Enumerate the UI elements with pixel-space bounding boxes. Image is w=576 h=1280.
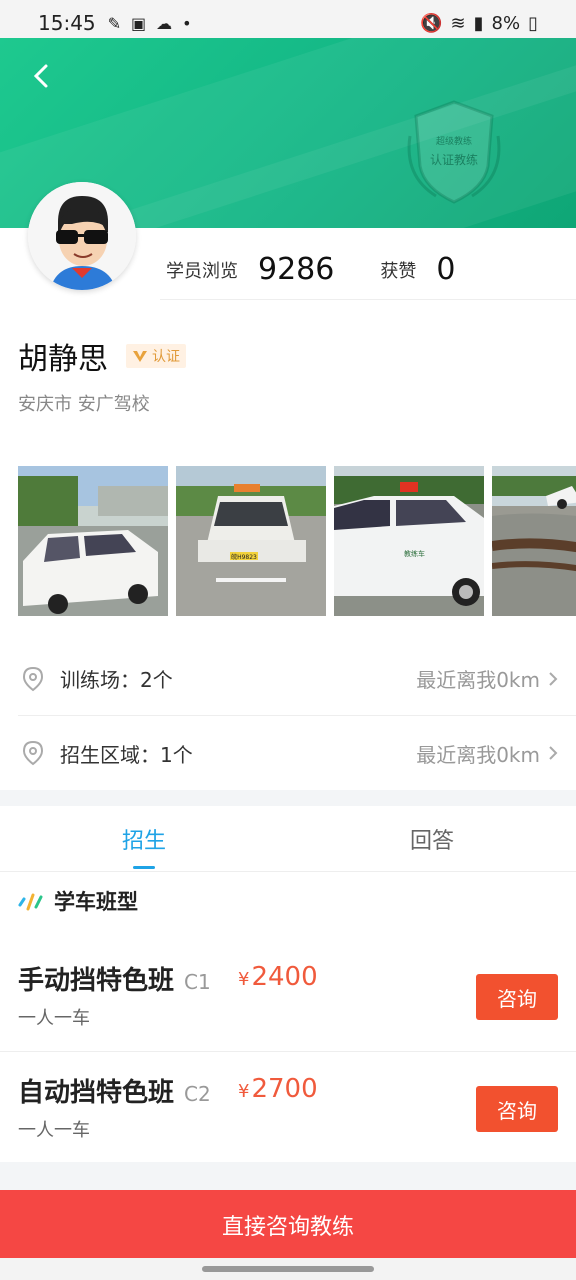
enroll-area-distance-wrap: 最近离我0km <box>416 739 558 768</box>
contact-coach-button[interactable]: 直接咨询教练 <box>0 1190 576 1260</box>
vip-v-icon <box>133 351 147 362</box>
training-ground-distance-wrap: 最近离我0km <box>416 664 558 693</box>
chevron-right-icon <box>549 671 558 686</box>
home-indicator[interactable] <box>202 1266 374 1272</box>
course-license-code: C2 <box>184 1082 211 1106</box>
dot-icon: • <box>182 13 192 33</box>
colored-bars-icon <box>18 893 43 911</box>
course-title: 手动挡特色班 <box>18 966 175 996</box>
car-photo-image: 教练车 <box>334 466 484 616</box>
back-button[interactable] <box>28 62 56 90</box>
course-title-wrap: 手动挡特色班 C1 <box>18 960 211 997</box>
course-subtitle: 一人一车 <box>18 1008 90 1029</box>
photo-car-1[interactable] <box>18 466 168 616</box>
car-photo-image <box>492 466 576 616</box>
notification-icon: ✎ <box>107 13 122 33</box>
photo-car-4[interactable] <box>492 466 576 616</box>
signal-icon: ▮ <box>473 12 484 34</box>
license-plate: 皖H9823 <box>231 553 257 561</box>
stat-views-label: 学员浏览 <box>166 260 238 282</box>
section-title-text: 学车班型 <box>54 890 138 914</box>
bottom-spacer <box>0 1162 576 1190</box>
verified-label: 认证 <box>152 349 180 365</box>
section-divider <box>0 790 576 806</box>
screen: 15:45 ✎ ▣ ☁ • 🔇 ≋ ▮ 8% ▯ 超级教练 认证教练 学员浏览 … <box>0 0 576 1280</box>
tab-underline <box>133 866 155 869</box>
name-row: 胡静思 认证 <box>18 334 186 378</box>
course-price-value: 2400 <box>251 962 318 992</box>
avatar-image <box>28 182 136 290</box>
training-ground-label: 训练场：2个 <box>60 668 173 692</box>
photo-car-3[interactable]: 教练车 <box>334 466 484 616</box>
photo-car-2[interactable]: 皖H9823 <box>176 466 326 616</box>
course-price: ¥2400 <box>238 962 318 992</box>
tab-enrollment[interactable]: 招生 <box>0 806 288 871</box>
coach-badge: 超级教练 认证教练 <box>396 96 512 208</box>
section-title: 学车班型 <box>18 886 138 916</box>
school-info: 安庆市 安广驾校 <box>18 394 150 415</box>
consult-button[interactable]: 咨询 <box>476 974 558 1020</box>
enroll-area-row[interactable]: 招生区域：1个 最近离我0km <box>18 716 576 790</box>
currency-symbol: ¥ <box>238 969 250 990</box>
currency-symbol: ¥ <box>238 1081 250 1102</box>
car-door-text: 教练车 <box>404 549 425 558</box>
course-price-value: 2700 <box>251 1074 318 1104</box>
car-photo-image: 皖H9823 <box>176 466 326 616</box>
status-icons-right: 🔇 ≋ ▮ 8% ▯ <box>420 13 538 34</box>
badge-line2: 认证教练 <box>430 152 478 167</box>
tab-answers[interactable]: 回答 <box>288 806 576 871</box>
car-photo-image <box>18 466 168 616</box>
badge-line1: 超级教练 <box>436 135 472 147</box>
coach-name: 胡静思 <box>18 342 108 377</box>
tab-enrollment-label: 招生 <box>121 828 166 854</box>
enroll-area-label: 招生区域：1个 <box>60 742 193 767</box>
stat-views-value: 9286 <box>258 252 335 287</box>
course-item: 手动挡特色班 C1 ¥2400 一人一车 咨询 <box>0 940 576 1052</box>
battery-icon: ▯ <box>528 12 538 34</box>
location-pin-icon <box>22 666 44 691</box>
mute-icon: 🔇 <box>420 12 443 34</box>
stat-likes-label: 获赞 <box>380 260 417 282</box>
status-time: 15:45 <box>38 11 96 35</box>
wifi-icon: ≋ <box>450 12 466 34</box>
status-icons-left: ✎ ▣ ☁ • <box>108 14 192 33</box>
course-subtitle: 一人一车 <box>18 1120 90 1141</box>
course-title: 自动挡特色班 <box>18 1078 175 1108</box>
stat-likes-value: 0 <box>436 252 456 287</box>
tab-bar: 招生 回答 <box>0 806 576 872</box>
course-title-wrap: 自动挡特色班 C2 <box>18 1072 211 1109</box>
stats-row: 学员浏览 9286 获赞 0 <box>160 240 576 300</box>
avatar[interactable] <box>28 182 136 290</box>
course-item: 自动挡特色班 C2 ¥2700 一人一车 咨询 <box>0 1052 576 1164</box>
verified-badge: 认证 <box>126 344 186 368</box>
shield-icon: 超级教练 认证教练 <box>407 100 501 204</box>
training-ground-row[interactable]: 训练场：2个 最近离我0km <box>18 642 576 716</box>
cloud-icon: ☁ <box>156 13 173 33</box>
consult-button[interactable]: 咨询 <box>476 1086 558 1132</box>
location-pin-icon <box>22 740 44 766</box>
chevron-right-icon <box>549 746 558 760</box>
battery-text: 8% <box>491 12 521 34</box>
course-price: ¥2700 <box>238 1074 318 1104</box>
tab-answers-label: 回答 <box>409 828 454 854</box>
course-license-code: C1 <box>184 970 211 994</box>
training-ground-distance: 最近离我0km <box>416 668 540 692</box>
chevron-left-icon <box>33 64 48 88</box>
gesture-bar <box>0 1258 576 1280</box>
enroll-area-distance: 最近离我0km <box>416 742 540 767</box>
image-icon: ▣ <box>131 13 147 33</box>
photo-gallery[interactable]: 皖H9823 教练车 <box>18 466 576 616</box>
